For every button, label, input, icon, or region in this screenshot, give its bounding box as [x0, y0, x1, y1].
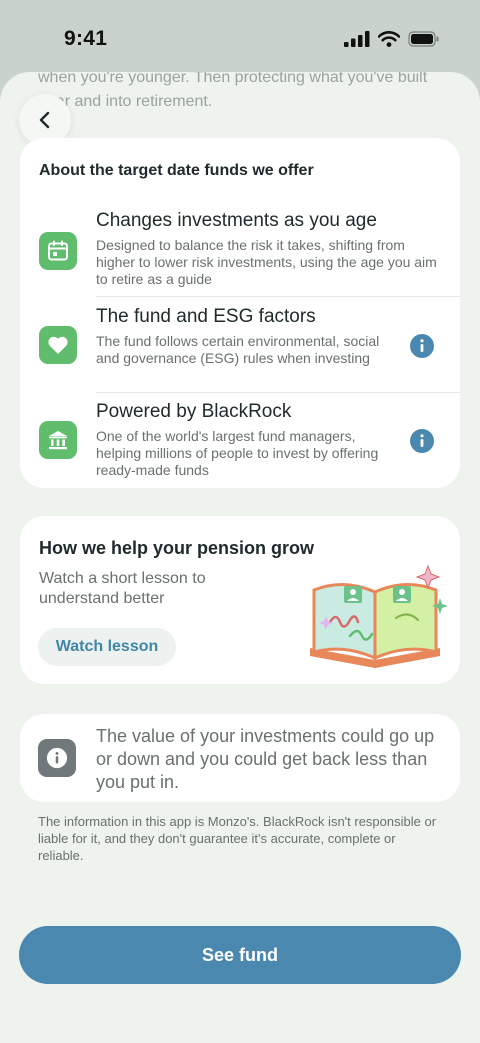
divider: [96, 392, 460, 393]
peek-text: when you're younger. Then protecting wha…: [38, 72, 428, 110]
calendar-icon: [39, 232, 77, 270]
lesson-title: How we help your pension grow: [39, 538, 315, 558]
status-icons: [344, 31, 440, 47]
open-book-illustration-icon: [310, 564, 448, 668]
feature-description: The fund follows certain environmental, …: [96, 333, 380, 366]
card-title: About the target date funds we offer: [39, 162, 314, 179]
status-bar: 9:41: [0, 0, 480, 78]
divider: [96, 296, 460, 297]
feature-title: Powered by BlackRock: [96, 401, 292, 422]
bank-icon: [39, 421, 77, 459]
bottom-sheet: when you're younger. Then protecting wha…: [0, 72, 480, 1043]
info-icon: [38, 739, 76, 777]
wifi-icon: [378, 31, 400, 47]
feature-title: The fund and ESG factors: [96, 306, 316, 327]
feature-title: Changes investments as you age: [96, 210, 377, 231]
risk-warning-card: The value of your investments could go u…: [20, 714, 460, 802]
info-icon[interactable]: [410, 334, 434, 358]
battery-icon: [408, 31, 439, 47]
target-date-funds-card: About the target date funds we offer Cha…: [20, 138, 460, 488]
risk-warning-text: The value of your investments could go u…: [96, 726, 435, 792]
status-time: 9:41: [64, 27, 108, 50]
heart-icon: [39, 326, 77, 364]
cellular-signal-icon: [344, 31, 370, 47]
feature-description: Designed to balance the risk it takes, s…: [96, 237, 437, 287]
chevron-left-icon: [39, 111, 50, 129]
info-icon[interactable]: [410, 429, 434, 453]
disclaimer-text: The information in this app is Monzo's. …: [38, 814, 437, 863]
lesson-description: Watch a short lesson to understand bette…: [39, 570, 206, 607]
watch-lesson-button[interactable]: Watch lesson: [38, 628, 176, 666]
feature-description: One of the world's largest fund managers…: [96, 428, 379, 478]
see-fund-button[interactable]: See fund: [19, 926, 461, 984]
lesson-card: How we help your pension grow Watch a sh…: [20, 516, 460, 684]
